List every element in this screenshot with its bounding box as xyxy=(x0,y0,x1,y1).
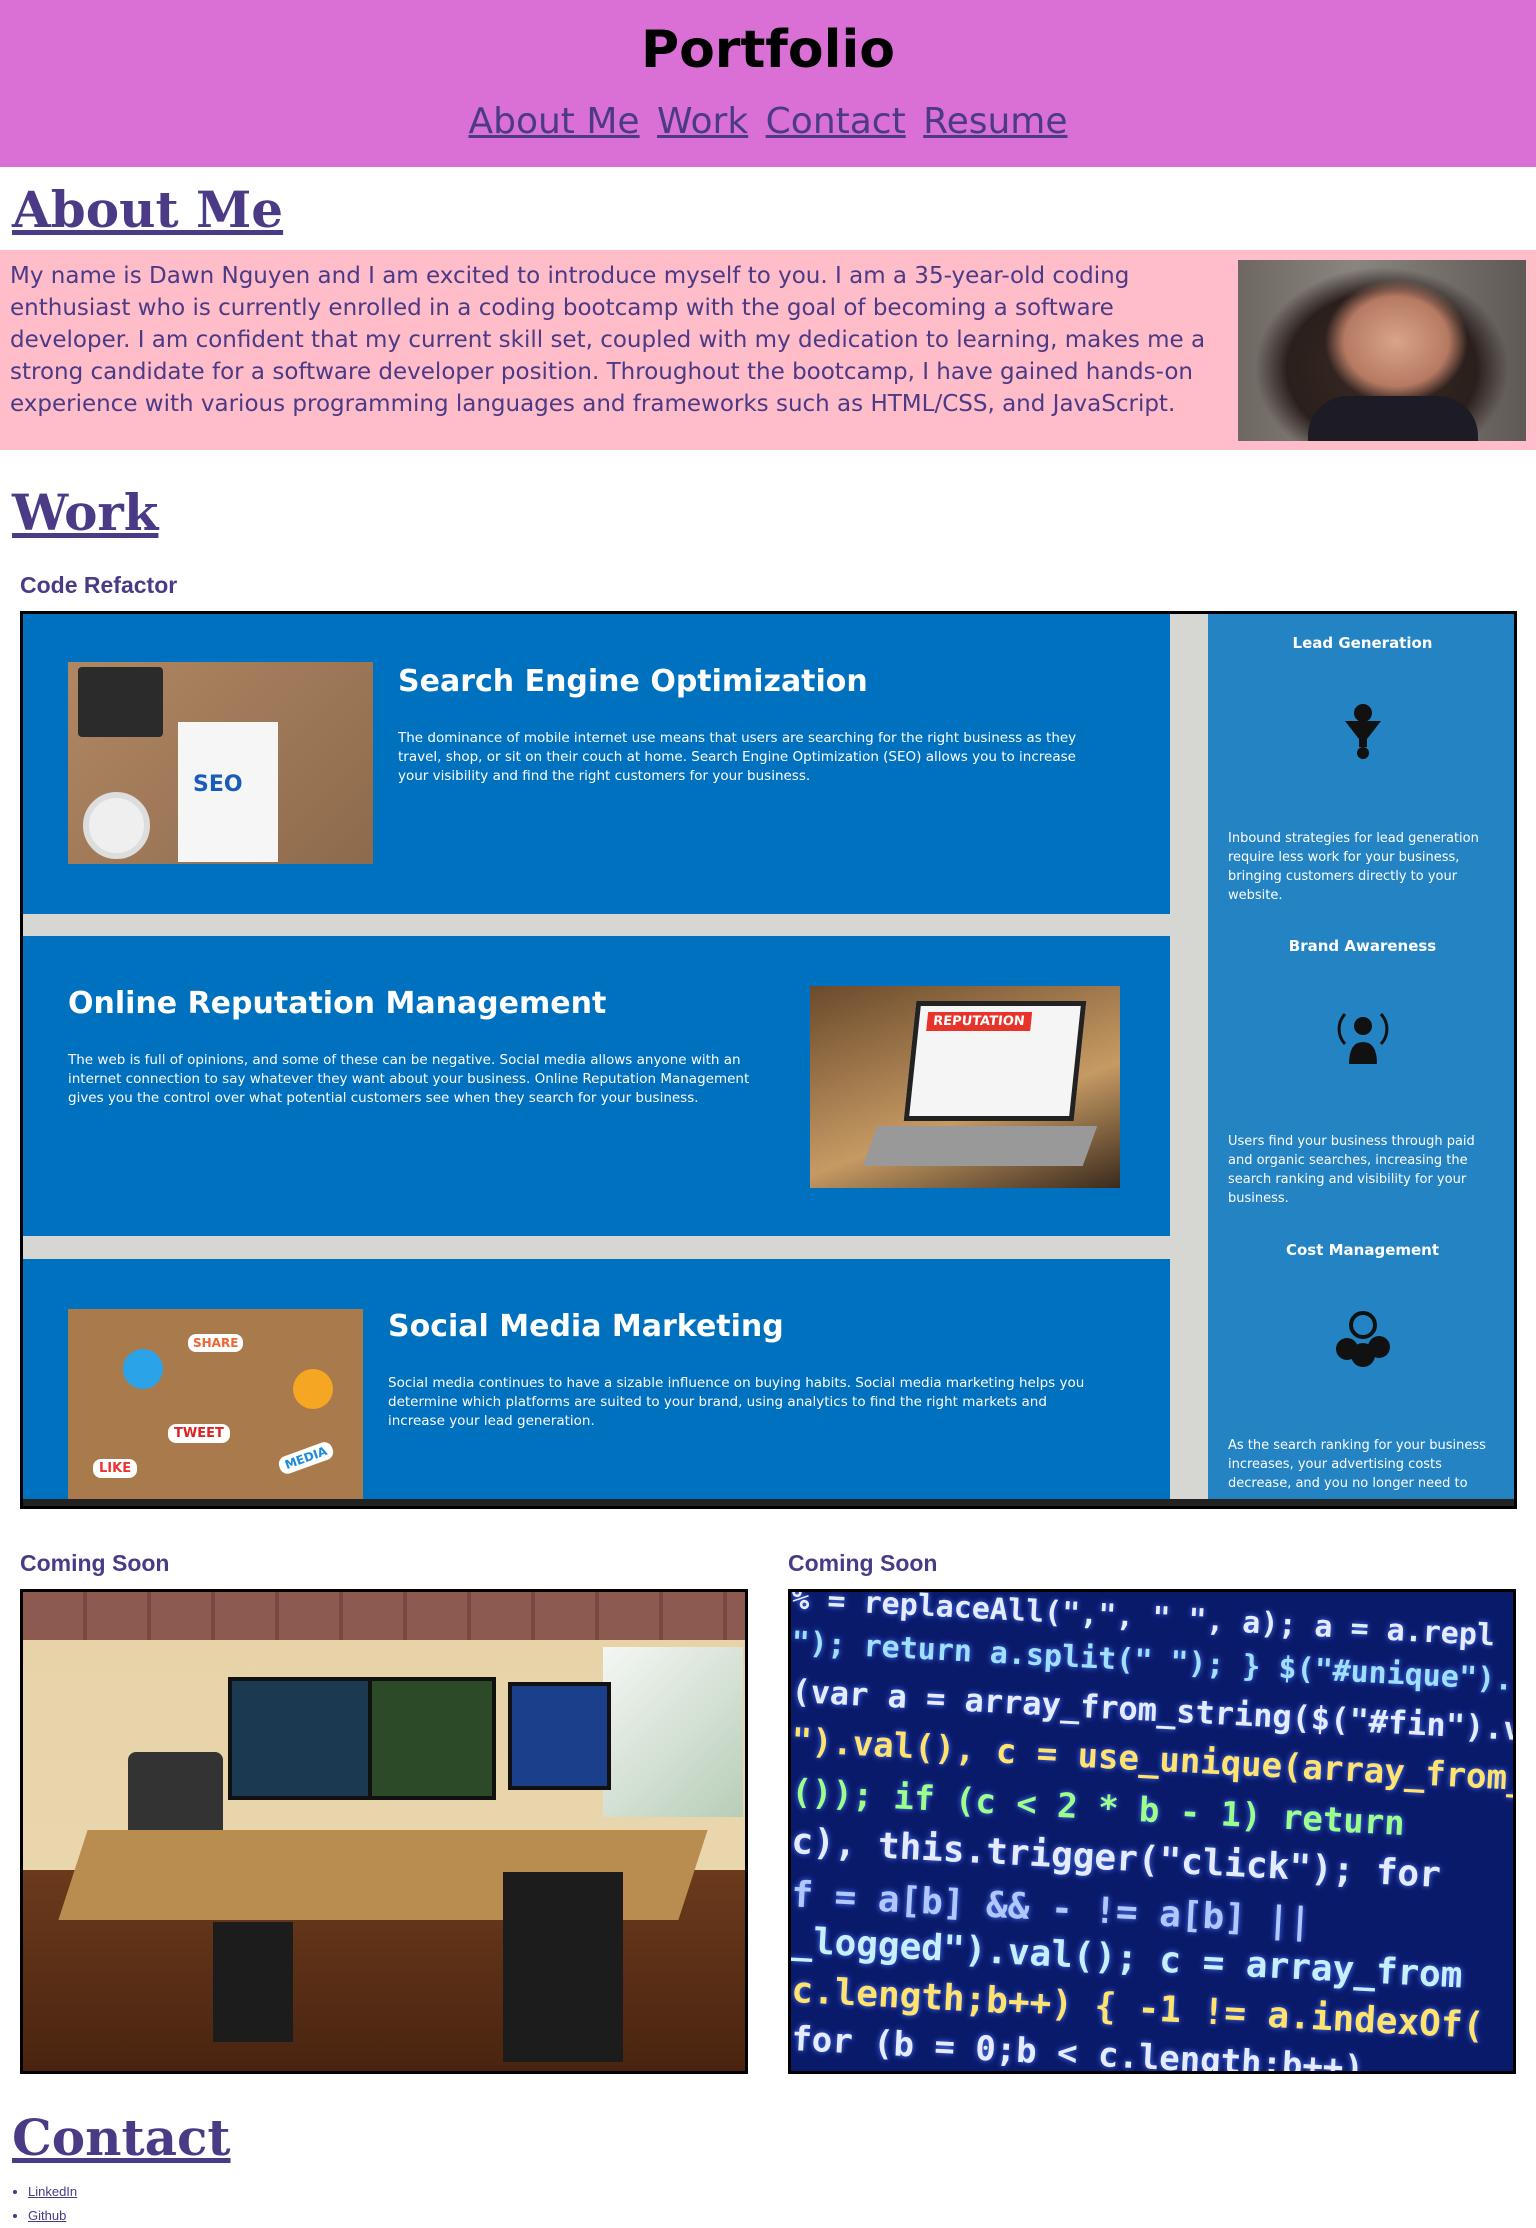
social-thumbnail: SHARE TWEET LIKE MEDIA xyxy=(68,1309,363,1499)
screenshot-bottom-bar xyxy=(23,1499,1514,1506)
window-image xyxy=(603,1647,743,1817)
profile-photo xyxy=(1238,260,1526,441)
panel-seo-title: Search Engine Optimization xyxy=(398,664,868,699)
project-coming-soon-2[interactable]: % = replaceAll(",", " ", a); a = a.repl … xyxy=(788,1589,1516,2074)
cloud-icon xyxy=(123,1349,163,1389)
window-blind-image xyxy=(23,1592,745,1640)
sidebar-brand-title: Brand Awareness xyxy=(1288,937,1437,955)
sidebar-brand-text: Users find your business through paid an… xyxy=(1228,1134,1475,1206)
nav-link-contact[interactable]: Contact xyxy=(766,101,906,142)
desk-drawer-image xyxy=(213,1922,293,2042)
main-nav: About Me Work Contact Resume xyxy=(0,98,1536,146)
sidebar-lead-text: Inbound strategies for lead generation r… xyxy=(1228,831,1479,903)
nav-link-about[interactable]: About Me xyxy=(468,101,639,142)
github-link[interactable]: Github xyxy=(28,2208,66,2223)
monitor-right-image xyxy=(508,1682,611,1790)
reputation-thumbnail: REPUTATION xyxy=(810,986,1120,1188)
social-thumb-like: LIKE xyxy=(93,1459,138,1478)
sidebar-cost-text: As the search ranking for your business … xyxy=(1228,1438,1486,1491)
funnel-icon xyxy=(1345,704,1381,759)
project-coming-soon-1[interactable] xyxy=(20,1589,748,2074)
contact-heading: Contact xyxy=(12,2108,231,2167)
services-sidebar: Lead Generation Inbound strategies for l… xyxy=(1208,614,1514,1506)
panel-social-text: Social media continues to have a sizable… xyxy=(388,1375,1085,1429)
pc-tower-image xyxy=(503,1872,623,2062)
contact-link-item: LinkedIn xyxy=(28,2180,77,2204)
work-heading: Work xyxy=(12,483,159,542)
sidebar-lead-title: Lead Generation xyxy=(1292,634,1433,652)
monitor-left-image xyxy=(228,1677,376,1800)
project-label-coming-soon-2: Coming Soon xyxy=(788,1550,938,1576)
about-section: My name is Dawn Nguyen and I am excited … xyxy=(0,250,1536,450)
laptop-keyboard-icon xyxy=(862,1126,1098,1166)
coffee-cup-icon xyxy=(83,792,150,859)
project-label-code-refactor: Code Refactor xyxy=(20,572,178,598)
social-thumb-tweet: TWEET xyxy=(168,1424,230,1443)
linkedin-link[interactable]: LinkedIn xyxy=(28,2184,77,2199)
contact-links: LinkedIn Github xyxy=(10,2180,77,2228)
panel-social-title: Social Media Marketing xyxy=(388,1309,784,1344)
panel-reputation: Online Reputation Management The web is … xyxy=(23,936,1170,1236)
monitor-center-image xyxy=(368,1677,496,1800)
site-header: Portfolio About Me Work Contact Resume xyxy=(0,0,1536,167)
panel-seo: SEO Search Engine Optimization The domin… xyxy=(23,614,1170,914)
site-title: Portfolio xyxy=(640,20,896,80)
panel-reputation-title: Online Reputation Management xyxy=(68,986,607,1021)
coins-gear-icon xyxy=(1336,1311,1390,1367)
broadcast-icon xyxy=(1337,1012,1389,1064)
project-label-coming-soon-1: Coming Soon xyxy=(20,1550,170,1576)
about-text: My name is Dawn Nguyen and I am excited … xyxy=(10,263,1206,417)
reputation-thumb-text: REPUTATION xyxy=(926,1012,1032,1031)
about-heading: About Me xyxy=(12,180,284,239)
nav-link-work[interactable]: Work xyxy=(657,101,748,142)
sidebar-cost-title: Cost Management xyxy=(1285,1241,1440,1259)
panel-reputation-text: The web is full of opinions, and some of… xyxy=(68,1052,750,1106)
laptop-screen-icon: REPUTATION xyxy=(903,1001,1087,1121)
nav-link-resume[interactable]: Resume xyxy=(923,101,1067,142)
app-icon xyxy=(293,1369,333,1409)
project-code-refactor[interactable]: SEO Search Engine Optimization The domin… xyxy=(20,611,1517,1509)
panel-seo-text: The dominance of mobile internet use mea… xyxy=(398,730,1077,784)
social-thumb-share: SHARE xyxy=(188,1334,244,1352)
social-thumb-media: MEDIA xyxy=(276,1439,336,1477)
seo-thumbnail: SEO xyxy=(68,662,373,864)
profile-photo-shirt xyxy=(1308,396,1478,441)
seo-thumb-text: SEO xyxy=(193,772,243,797)
laptop-icon xyxy=(78,667,163,737)
contact-link-item: Github xyxy=(28,2204,77,2228)
panel-social: SHARE TWEET LIKE MEDIA Social Media Mark… xyxy=(23,1259,1170,1499)
